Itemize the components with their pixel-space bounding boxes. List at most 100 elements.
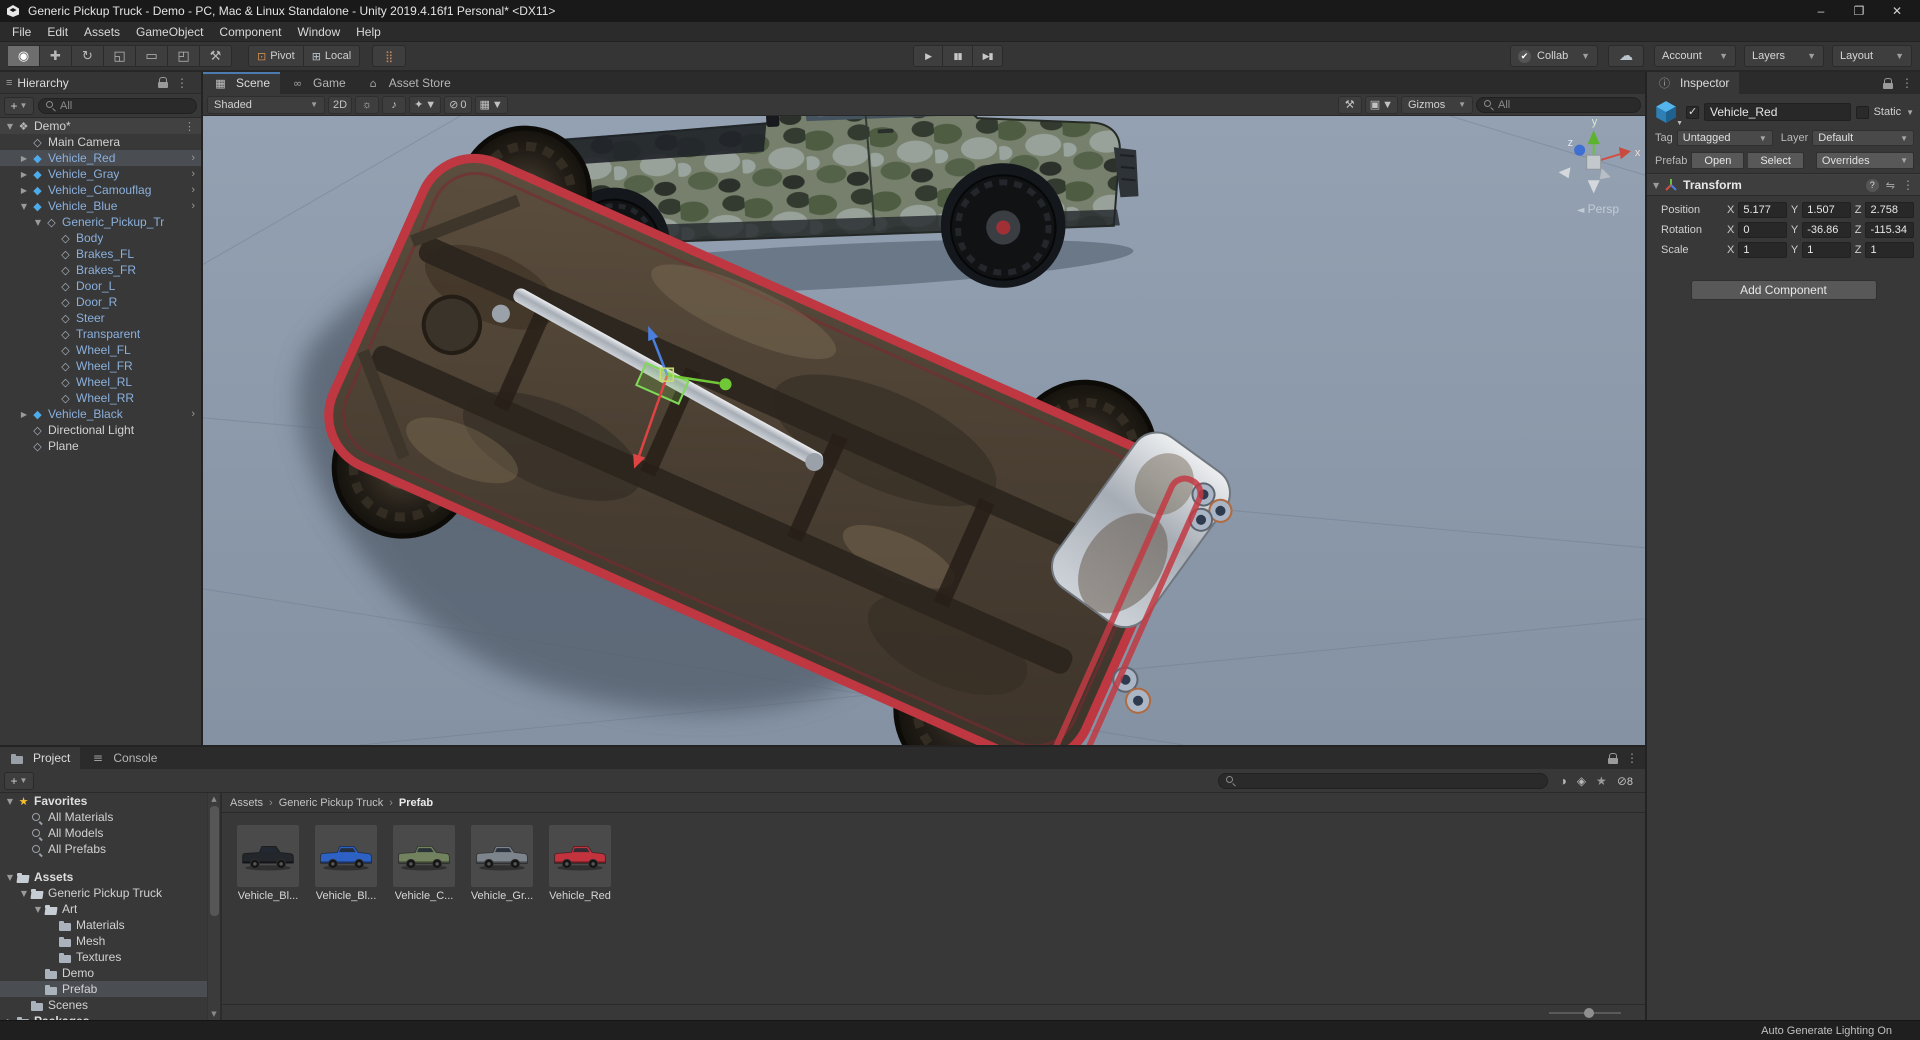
menu-item[interactable]: Assets	[76, 22, 128, 42]
menu-item[interactable]: GameObject	[128, 22, 211, 42]
hierarchy-item[interactable]: Directional Light	[0, 422, 201, 438]
lock-icon[interactable]	[1608, 752, 1618, 764]
tag-dropdown[interactable]: Untagged ▼	[1676, 130, 1773, 146]
collab-dropdown[interactable]: ✔ Collab ▼	[1510, 45, 1599, 67]
view-tab[interactable]: ▦ Scene	[203, 72, 281, 94]
expander-arrow[interactable]: ▼	[32, 905, 44, 914]
thumbnail-size-slider[interactable]	[1549, 1007, 1621, 1018]
hierarchy-item[interactable]: Main Camera	[0, 134, 201, 150]
scene-lighting-button[interactable]: ☼	[355, 95, 380, 114]
panel-menu-icon[interactable]: ⋮	[176, 76, 188, 90]
project-tree-item[interactable]: All Prefabs	[0, 841, 220, 857]
expander-arrow[interactable]: ▶	[18, 154, 30, 163]
menu-item[interactable]: Component	[211, 22, 289, 42]
panel-menu-icon[interactable]: ⋮	[1626, 751, 1638, 765]
panel-menu-icon[interactable]: ⋮	[1901, 76, 1913, 90]
cloud-services-button[interactable]: ☁	[1608, 45, 1645, 67]
presets-icon[interactable]: ⇋	[1886, 179, 1895, 192]
project-tree-item[interactable]: ▼ Generic Pickup Truck	[0, 885, 220, 901]
item-trail-chevron[interactable]: ›	[191, 168, 201, 180]
y-value-field[interactable]: 1.507	[1802, 202, 1851, 218]
menu-item[interactable]: Help	[348, 22, 389, 42]
project-tree-item[interactable]: ▼ Assets	[0, 869, 220, 885]
hierarchy-item[interactable]: ▼ Demo* ⋮	[0, 118, 201, 134]
scrollbar-thumb[interactable]	[209, 806, 219, 916]
asset-tile[interactable]: Vehicle_C...	[392, 825, 456, 902]
hierarchy-search-input[interactable]: All	[38, 97, 197, 114]
grid-visibility-dropdown[interactable]: ▦ ▼	[474, 95, 508, 114]
play-button[interactable]: ▶	[913, 45, 944, 67]
help-icon[interactable]: ?	[1865, 178, 1879, 192]
pivot-toggle-button[interactable]: ⊡ Pivot	[248, 45, 304, 67]
menu-item[interactable]: Edit	[39, 22, 76, 42]
static-checkbox[interactable]	[1855, 105, 1869, 119]
prefab-select-button[interactable]: Select	[1748, 152, 1804, 169]
layout-dropdown[interactable]: Layout ▼	[1832, 45, 1913, 67]
asset-tile[interactable]: Vehicle_Red	[548, 825, 612, 902]
scene-search-input[interactable]: All	[1476, 96, 1641, 113]
expander-arrow[interactable]: ▶	[4, 1017, 16, 1021]
hand-tool-button[interactable]: ◉	[8, 45, 40, 67]
gizmos-dropdown[interactable]: Gizmos ▼	[1401, 95, 1473, 114]
rect-tool-button[interactable]: ▭	[136, 45, 168, 67]
scene-viewport[interactable]: y x z Persp	[203, 116, 1645, 745]
active-checkbox[interactable]	[1686, 105, 1699, 119]
hierarchy-item[interactable]: ▶ Vehicle_Gray ›	[0, 166, 201, 182]
view-tab[interactable]: ⌂ Asset Store	[356, 72, 461, 94]
hierarchy-tab[interactable]: ≡ Hierarchy ⋮	[0, 72, 201, 94]
scale-tool-button[interactable]: ◱	[104, 45, 136, 67]
asset-tile[interactable]: Vehicle_Bl...	[314, 825, 378, 902]
item-trail-chevron[interactable]: ›	[191, 408, 201, 420]
expander-arrow[interactable]: ▼	[4, 797, 16, 806]
project-add-button[interactable]: + ▼	[4, 771, 34, 790]
project-tab[interactable]: Project	[0, 747, 81, 769]
scene-audio-button[interactable]: ♪	[382, 95, 407, 114]
search-by-label-icon[interactable]: ◈	[1577, 774, 1586, 788]
layer-dropdown[interactable]: Default ▼	[1812, 130, 1914, 146]
2d-toggle-button[interactable]: 2D	[328, 95, 353, 114]
hierarchy-item[interactable]: Wheel_RL	[0, 374, 201, 390]
add-component-button[interactable]: Add Component	[1690, 280, 1877, 300]
scroll-up-icon[interactable]: ▲	[211, 793, 216, 805]
component-menu-icon[interactable]: ⋮	[1902, 178, 1914, 192]
scene-camera-dropdown[interactable]: ▣ ▼	[1364, 95, 1398, 114]
breadcrumb-item[interactable]: Generic Pickup Truck	[263, 797, 384, 809]
hidden-packages-toggle[interactable]: ⊘8	[1617, 774, 1633, 788]
z-value-field[interactable]: -115.34	[1865, 222, 1915, 238]
slider-knob[interactable]	[1583, 1007, 1594, 1018]
hierarchy-item[interactable]: Steer	[0, 310, 201, 326]
expander-arrow[interactable]: ▼	[18, 889, 30, 898]
scene-effects-dropdown[interactable]: ✦ ▼	[409, 95, 442, 114]
menu-item[interactable]: File	[4, 22, 39, 42]
hierarchy-item[interactable]: Wheel_FR	[0, 358, 201, 374]
project-search-input[interactable]	[1217, 772, 1548, 789]
expander-arrow[interactable]: ▼	[4, 122, 16, 131]
project-tree-item[interactable]: Textures	[0, 949, 220, 965]
search-by-type-icon[interactable]: ◑	[1560, 774, 1567, 788]
account-dropdown[interactable]: Account ▼	[1654, 45, 1737, 67]
hierarchy-item[interactable]: Wheel_RR	[0, 390, 201, 406]
minimize-button[interactable]: –	[1804, 2, 1838, 20]
grid-snapping-button[interactable]: ⣿	[372, 45, 407, 67]
project-tree-item[interactable]: Mesh	[0, 933, 220, 949]
project-tree-item[interactable]: Scenes	[0, 997, 220, 1013]
breadcrumb-item[interactable]: Prefab	[383, 797, 433, 809]
project-tree-item[interactable]: All Materials	[0, 809, 220, 825]
inspector-tab[interactable]: ⓘ Inspector	[1647, 72, 1740, 94]
expander-arrow[interactable]: ▼	[18, 202, 30, 211]
foldout-arrow[interactable]: ▼	[1653, 181, 1659, 190]
expander-arrow[interactable]: ▶	[18, 410, 30, 419]
object-name-field[interactable]: Vehicle_Red	[1704, 103, 1851, 121]
view-tab[interactable]: ∞ Game	[280, 72, 356, 94]
tree-scrollbar[interactable]: ▲ ▼	[207, 793, 220, 1020]
x-value-field[interactable]: 1	[1738, 242, 1787, 258]
hierarchy-item[interactable]: Body	[0, 230, 201, 246]
scene-visibility-button[interactable]: ⊘ 0	[444, 95, 472, 114]
project-tree-item[interactable]: Materials	[0, 917, 220, 933]
pause-button[interactable]: ▮▮	[943, 45, 974, 67]
static-dropdown-icon[interactable]: ▼	[1906, 108, 1914, 117]
step-button[interactable]: ▶▮	[973, 45, 1004, 67]
hierarchy-item[interactable]: ▼ Vehicle_Blue ›	[0, 198, 201, 214]
custom-tools-button[interactable]: ⚒	[200, 45, 232, 67]
expander-arrow[interactable]: ▼	[32, 218, 44, 227]
